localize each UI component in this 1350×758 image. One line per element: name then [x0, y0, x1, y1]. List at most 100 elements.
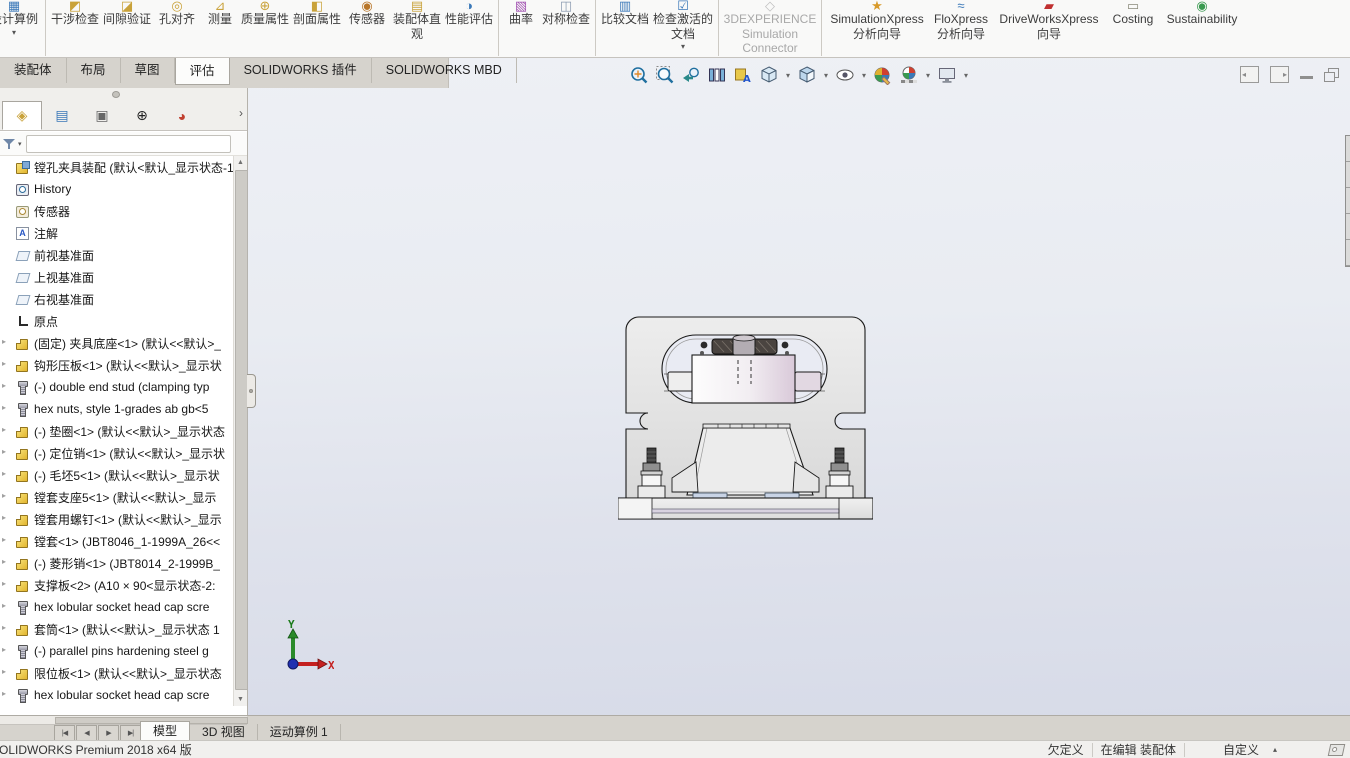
expand-arrow-icon[interactable]: ▸	[2, 645, 6, 654]
tree-scrollbar[interactable]: ▲ ▼	[233, 156, 247, 706]
tree-item[interactable]: ▸ 镗套<1> (JBT8046_1-1999A_26<<	[0, 530, 247, 552]
panel-splitter-handle[interactable]	[112, 91, 120, 98]
expand-arrow-icon[interactable]: ▸	[2, 667, 6, 676]
ribbon-button[interactable]: ☑ 检查激活的文档 ▾	[651, 0, 715, 56]
section-view-icon[interactable]	[706, 64, 728, 86]
ribbon-button[interactable]: ◫ 对称检查 ▾	[540, 0, 592, 56]
scroll-down-icon[interactable]: ▼	[234, 696, 247, 703]
expand-arrow-icon[interactable]: ▸	[2, 425, 6, 434]
expand-arrow-icon[interactable]: ▸	[2, 337, 6, 346]
expand-arrow-icon[interactable]: ▸	[2, 447, 6, 456]
expand-arrow-icon[interactable]: ▸	[2, 535, 6, 544]
ribbon-button[interactable]: ◇ 3DEXPERIENCE Simulation Connector ▾	[718, 0, 818, 56]
ribbon-button[interactable]: ≈ FloXpress 分析向导 ▾	[929, 0, 993, 56]
ribbon-button[interactable]: ◎ 孔对齐 ▾	[153, 0, 201, 56]
collapse-left-pane-button[interactable]: ◂	[1240, 66, 1259, 83]
ribbon-button[interactable]: ▤ 装配体直观 ▾	[391, 0, 443, 56]
dropdown-arrow-icon[interactable]: ▾	[681, 43, 685, 51]
expand-arrow-icon[interactable]: ▸	[2, 403, 6, 412]
ribbon-button[interactable]: ◪ 间隙验证 ▾	[101, 0, 153, 56]
tree-item[interactable]: ▸ 上视基准面	[0, 266, 247, 288]
task-pane-collapsed-strip[interactable]	[1345, 135, 1350, 267]
collapse-right-pane-button[interactable]: ▸	[1270, 66, 1289, 83]
display-style-caret-icon[interactable]: ▾	[822, 71, 830, 80]
tree-item[interactable]: ▸ hex lobular socket head cap scre	[0, 596, 247, 618]
filter-caret-icon[interactable]: ▾	[18, 140, 22, 148]
commandmanager-tab[interactable]: SOLIDWORKS 插件	[230, 58, 372, 83]
display-style-icon[interactable]	[796, 64, 818, 86]
tree-item[interactable]: ▸ 前视基准面	[0, 244, 247, 266]
tree-item[interactable]: ▸ 套筒<1> (默认<<默认>_显示状态 1	[0, 618, 247, 640]
tree-item[interactable]: ▸ (-) 毛坯5<1> (默认<<默认>_显示状	[0, 464, 247, 486]
apply-scene-icon[interactable]	[898, 64, 920, 86]
dropdown-arrow-icon[interactable]: ▾	[12, 29, 16, 37]
tab-nav-button[interactable]: ◀	[76, 725, 97, 741]
ribbon-button[interactable]: ◧ 剖面属性 ▾	[291, 0, 343, 56]
ribbon-button[interactable]: ▭ Costing ▾	[1105, 0, 1161, 56]
scroll-up-icon[interactable]: ▲	[234, 159, 247, 166]
tree-item[interactable]: ▸ 注解	[0, 222, 247, 244]
expand-arrow-icon[interactable]: ▸	[2, 513, 6, 522]
filter-funnel-icon[interactable]	[3, 138, 16, 150]
expand-arrow-icon[interactable]: ▸	[2, 491, 6, 500]
ribbon-button[interactable]: ▰ DriveWorksXpress 向导 ▾	[993, 0, 1105, 56]
expand-arrow-icon[interactable]: ▸	[2, 359, 6, 368]
commandmanager-tab[interactable]: 评估	[175, 58, 230, 85]
tree-item[interactable]: ▸ hex lobular socket head cap scre	[0, 684, 247, 706]
ribbon-button[interactable]: ◩ 干涉检查 ▾	[45, 0, 101, 56]
ribbon-button[interactable]: ▦ 设计算例 ▾	[0, 0, 42, 56]
edit-appearance-icon[interactable]	[872, 64, 894, 86]
tab-nav-button[interactable]: ▶	[98, 725, 119, 741]
units-caret-icon[interactable]: ▴	[1273, 745, 1277, 754]
units-selector[interactable]: 自定义	[1223, 741, 1259, 758]
tree-item[interactable]: ▸ (-) 定位销<1> (默认<<默认>_显示状	[0, 442, 247, 464]
commandmanager-tab[interactable]: 草图	[121, 58, 175, 83]
tab-nav-button[interactable]: ▶|	[120, 725, 141, 741]
ribbon-button[interactable]: ★ SimulationXpress 分析向导 ▾	[821, 0, 929, 56]
expand-arrow-icon[interactable]: ▸	[2, 557, 6, 566]
ribbon-button[interactable]: ▧ 曲率 ▾	[498, 0, 540, 56]
view-settings-caret-icon[interactable]: ▾	[962, 71, 970, 80]
model-view-tab[interactable]: 模型	[140, 721, 190, 741]
tree-item[interactable]: ▸ (-) parallel pins hardening steel g	[0, 640, 247, 662]
restore-document-button[interactable]	[1324, 68, 1339, 81]
assembly-model[interactable]	[618, 312, 873, 520]
ribbon-button[interactable]: ◉ Sustainability ▾	[1161, 0, 1243, 56]
tree-item[interactable]: ▸ 钩形压板<1> (默认<<默认>_显示状	[0, 354, 247, 376]
tree-item[interactable]: ▸ (-) 垫圈<1> (默认<<默认>_显示状态	[0, 420, 247, 442]
minimize-document-button[interactable]	[1300, 76, 1313, 79]
ribbon-button[interactable]: ⊿ 测量 ▾	[201, 0, 239, 56]
tree-item[interactable]: ▸ (-) double end stud (clamping typ	[0, 376, 247, 398]
tree-filter-input[interactable]	[26, 135, 231, 153]
commandmanager-tab[interactable]: SOLIDWORKS MBD	[372, 58, 517, 83]
view-settings-icon[interactable]	[936, 64, 958, 86]
panel-tab-overflow-button[interactable]: ›	[239, 106, 243, 120]
ribbon-button[interactable]: ◉ 传感器 ▾	[343, 0, 391, 56]
zoom-to-area-icon[interactable]	[654, 64, 676, 86]
tree-item[interactable]: ▸ History	[0, 178, 247, 200]
panel-tab[interactable]: ◈	[2, 101, 42, 130]
hide-show-items-icon[interactable]	[834, 64, 856, 86]
expand-arrow-icon[interactable]: ▸	[2, 469, 6, 478]
tree-item[interactable]: ▸ hex nuts, style 1-grades ab gb<5	[0, 398, 247, 420]
tag-icon[interactable]	[1328, 744, 1346, 756]
commandmanager-tab[interactable]: 布局	[67, 58, 121, 83]
panel-tab[interactable]: ◕	[162, 101, 202, 130]
tree-item[interactable]: ▸ 镗孔夹具装配 (默认<默认_显示状态-1>)	[0, 156, 247, 178]
previous-view-icon[interactable]	[680, 64, 702, 86]
ribbon-button[interactable]: ▥ 比较文档 ▾	[595, 0, 651, 56]
tree-item[interactable]: ▸ 镗套支座5<1> (默认<<默认>_显示	[0, 486, 247, 508]
panel-tab[interactable]: ▤	[42, 101, 82, 130]
tree-item[interactable]: ▸ (-) 菱形销<1> (JBT8014_2-1999B_	[0, 552, 247, 574]
model-view-tab[interactable]: 3D 视图	[190, 724, 258, 741]
view-orientation-caret-icon[interactable]: ▾	[784, 71, 792, 80]
panel-tab[interactable]: ▣	[82, 101, 122, 130]
tree-item[interactable]: ▸ (固定) 夹具底座<1> (默认<<默认>_	[0, 332, 247, 354]
apply-scene-caret-icon[interactable]: ▾	[924, 71, 932, 80]
tree-item[interactable]: ▸ 镗套用螺钉<1> (默认<<默认>_显示	[0, 508, 247, 530]
tree-item[interactable]: ▸ 原点	[0, 310, 247, 332]
ribbon-button[interactable]: ◑ 性能评估 ▾	[443, 0, 495, 56]
panel-tab[interactable]: ⊕	[122, 101, 162, 130]
tree-item[interactable]: ▸ 支撑板<2> (A10 × 90<显示状态-2:	[0, 574, 247, 596]
scrollbar-thumb[interactable]	[235, 170, 248, 690]
